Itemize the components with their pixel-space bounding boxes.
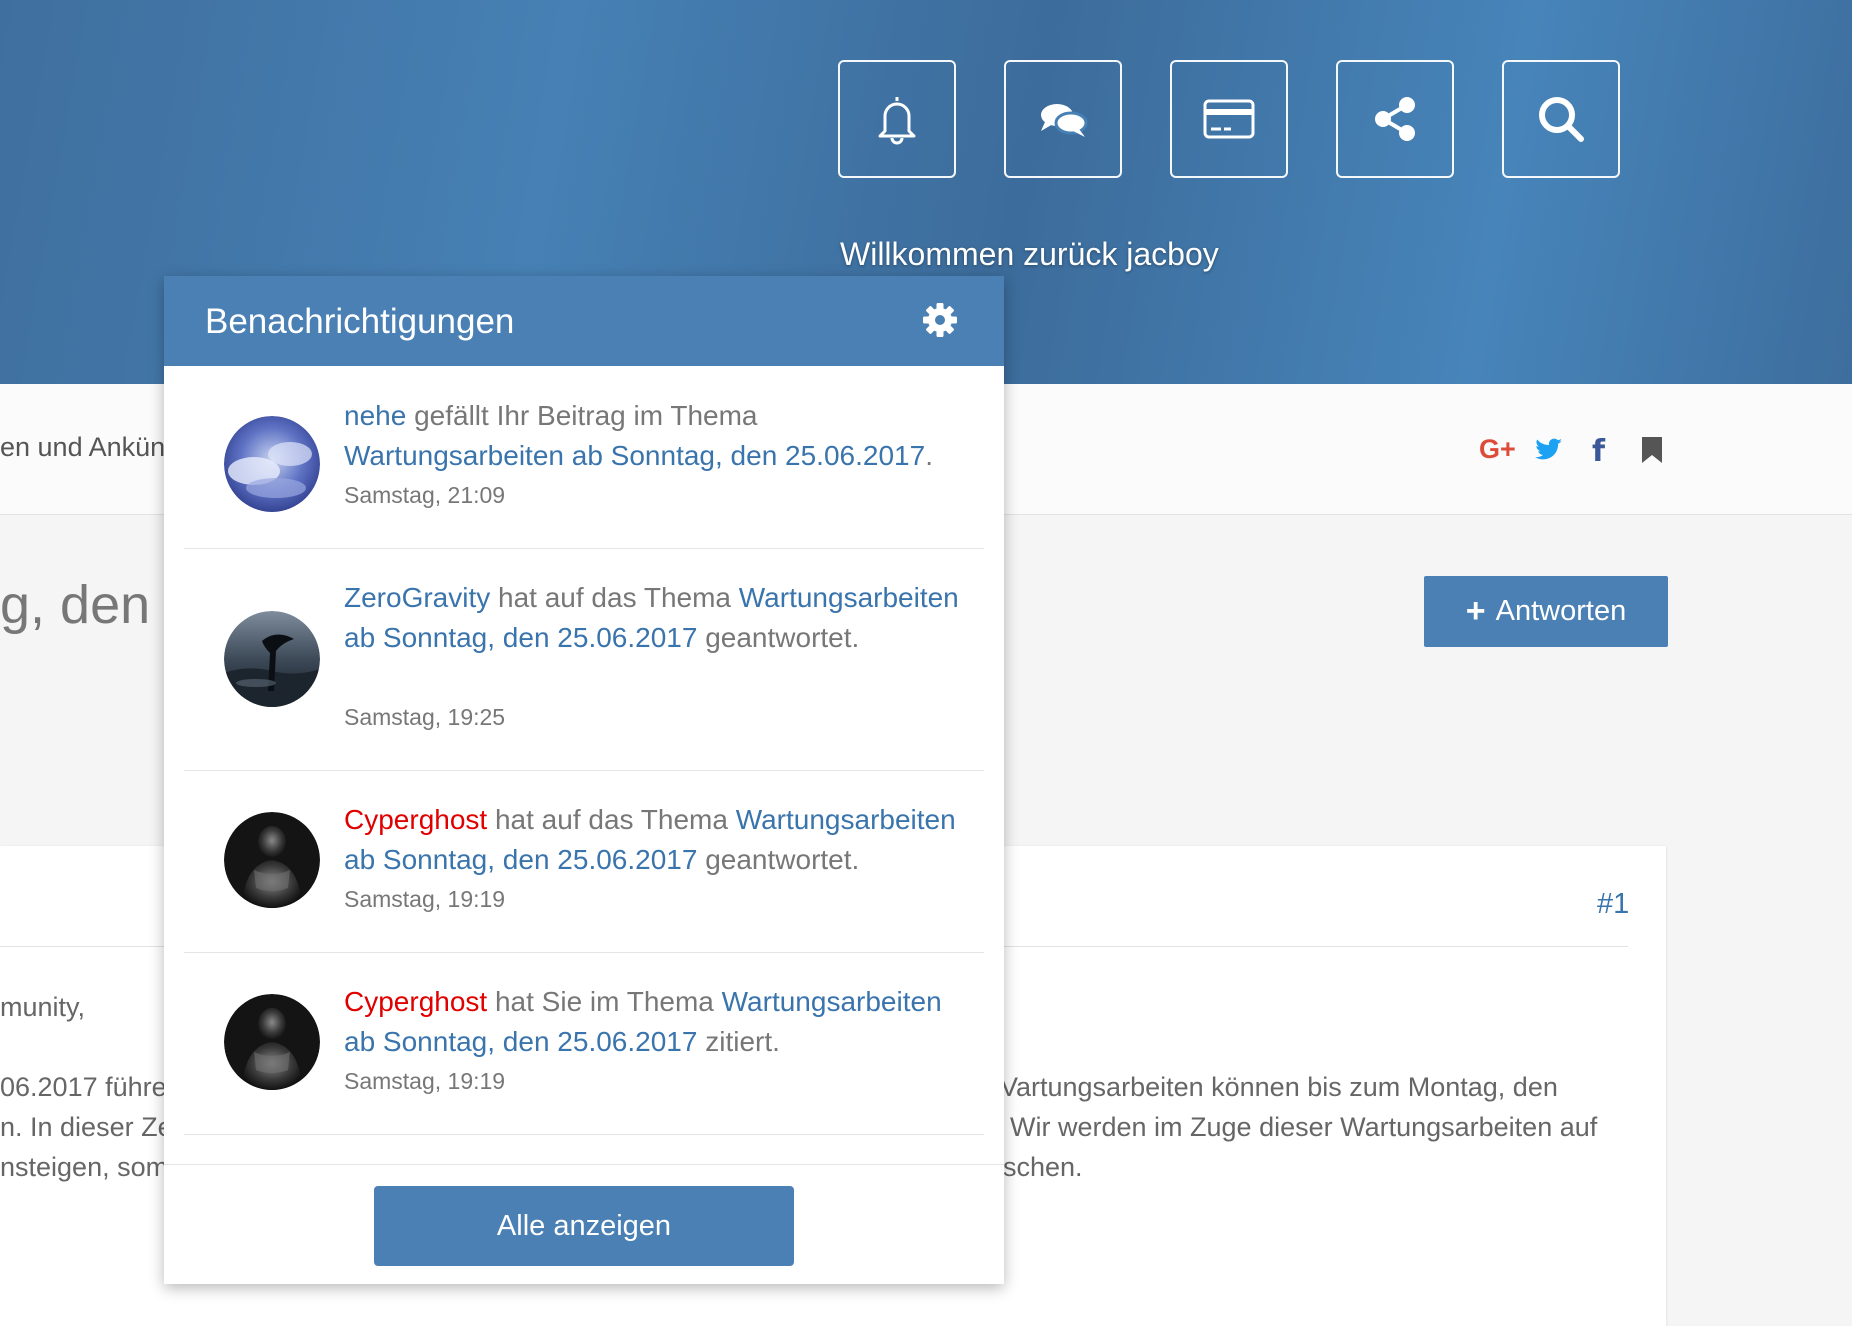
post-number-link[interactable]: #1	[1597, 888, 1629, 921]
gear-icon[interactable]	[920, 300, 960, 340]
notification-text: Cyperghost hat Sie im Thema Wartungsarbe…	[344, 982, 964, 1062]
notification-action-end: geantwortet.	[697, 844, 860, 875]
avatar	[224, 812, 320, 908]
avatar	[224, 611, 320, 707]
avatar	[224, 994, 320, 1090]
notification-text: Cyperghost hat auf das Thema Wartungsarb…	[344, 800, 964, 880]
notification-time: Samstag, 19:19	[344, 886, 506, 912]
share-button[interactable]	[1336, 60, 1454, 178]
credit-card-icon	[1203, 99, 1255, 139]
avatar	[224, 416, 320, 512]
post-text-line: schen.	[1003, 1152, 1083, 1182]
post-text-line: 06.2017 führe	[0, 1072, 167, 1102]
notification-user[interactable]: ZeroGravity	[344, 582, 490, 613]
payment-button[interactable]	[1170, 60, 1288, 178]
notification-user[interactable]: Cyperghost	[344, 804, 487, 835]
notification-time: Samstag, 21:09	[344, 482, 506, 508]
notifications-button[interactable]	[838, 60, 956, 178]
welcome-text: Willkommen zurück jacboy	[840, 236, 1219, 272]
post-text-line: Vartungsarbeiten können bis zum Montag, …	[1000, 1072, 1558, 1102]
notifications-footer-divider	[164, 1164, 1004, 1165]
notification-user[interactable]: Cyperghost	[344, 986, 487, 1017]
notification-item[interactable]: ZeroGravity hat auf das Thema Wartungsar…	[184, 548, 984, 771]
show-all-button[interactable]: Alle anzeigen	[374, 1186, 794, 1266]
notification-action: hat auf das Thema	[487, 804, 736, 835]
post-text-line: nsteigen, somi	[0, 1152, 175, 1182]
plus-icon: +	[1465, 592, 1486, 630]
google-plus-icon[interactable]: G+	[1479, 434, 1516, 465]
notification-action-end: geantwortet.	[697, 622, 860, 653]
notification-action: hat Sie im Thema	[487, 986, 722, 1017]
notification-action: hat auf das Thema	[490, 582, 739, 613]
post-text-line: munity,	[0, 992, 86, 1022]
notifications-header: Benachrichtigungen	[164, 276, 1004, 366]
notification-user[interactable]: nehe	[344, 400, 406, 431]
notification-time: Samstag, 19:25	[344, 704, 506, 730]
post-text-line: Wir werden im Zuge dieser Wartungsarbeit…	[1010, 1112, 1598, 1142]
notification-topic-link[interactable]: Wartungsarbeiten ab Sonntag, den 25.06.2…	[344, 440, 925, 471]
notifications-title: Benachrichtigungen	[205, 302, 515, 341]
reply-button-label: Antworten	[1495, 595, 1627, 627]
reply-button[interactable]: + Antworten	[1424, 576, 1668, 647]
chat-bubbles-icon	[1041, 104, 1088, 137]
search-button[interactable]	[1502, 60, 1620, 178]
facebook-icon[interactable]: f	[1592, 434, 1605, 469]
notification-action-end: zitiert.	[697, 1026, 780, 1057]
breadcrumb[interactable]: en und Ankün	[0, 432, 165, 463]
notification-item[interactable]: Cyperghost hat auf das Thema Wartungsarb…	[184, 770, 984, 953]
share-icon	[1375, 97, 1415, 141]
twitter-icon[interactable]	[1535, 438, 1563, 462]
post-text-line: n. In dieser Zei	[0, 1112, 179, 1142]
notification-text: ZeroGravity hat auf das Thema Wartungsar…	[344, 578, 964, 658]
notification-item[interactable]: nehe gefällt Ihr Beitrag im Thema Wartun…	[184, 366, 984, 549]
notification-time: Samstag, 19:19	[344, 1068, 506, 1094]
notifications-dropdown: Benachrichtigungen nehe gefällt Ihr Beit…	[164, 276, 1004, 1284]
bookmark-icon[interactable]	[1641, 436, 1663, 464]
notification-action: gefällt Ihr Beitrag im Thema	[406, 400, 758, 431]
conversations-button[interactable]	[1004, 60, 1122, 178]
notification-text: nehe gefällt Ihr Beitrag im Thema Wartun…	[344, 396, 964, 476]
bell-icon	[878, 97, 916, 145]
notification-action-end: .	[925, 440, 933, 471]
search-icon	[1539, 97, 1584, 142]
notification-item[interactable]: Cyperghost hat Sie im Thema Wartungsarbe…	[184, 952, 984, 1135]
